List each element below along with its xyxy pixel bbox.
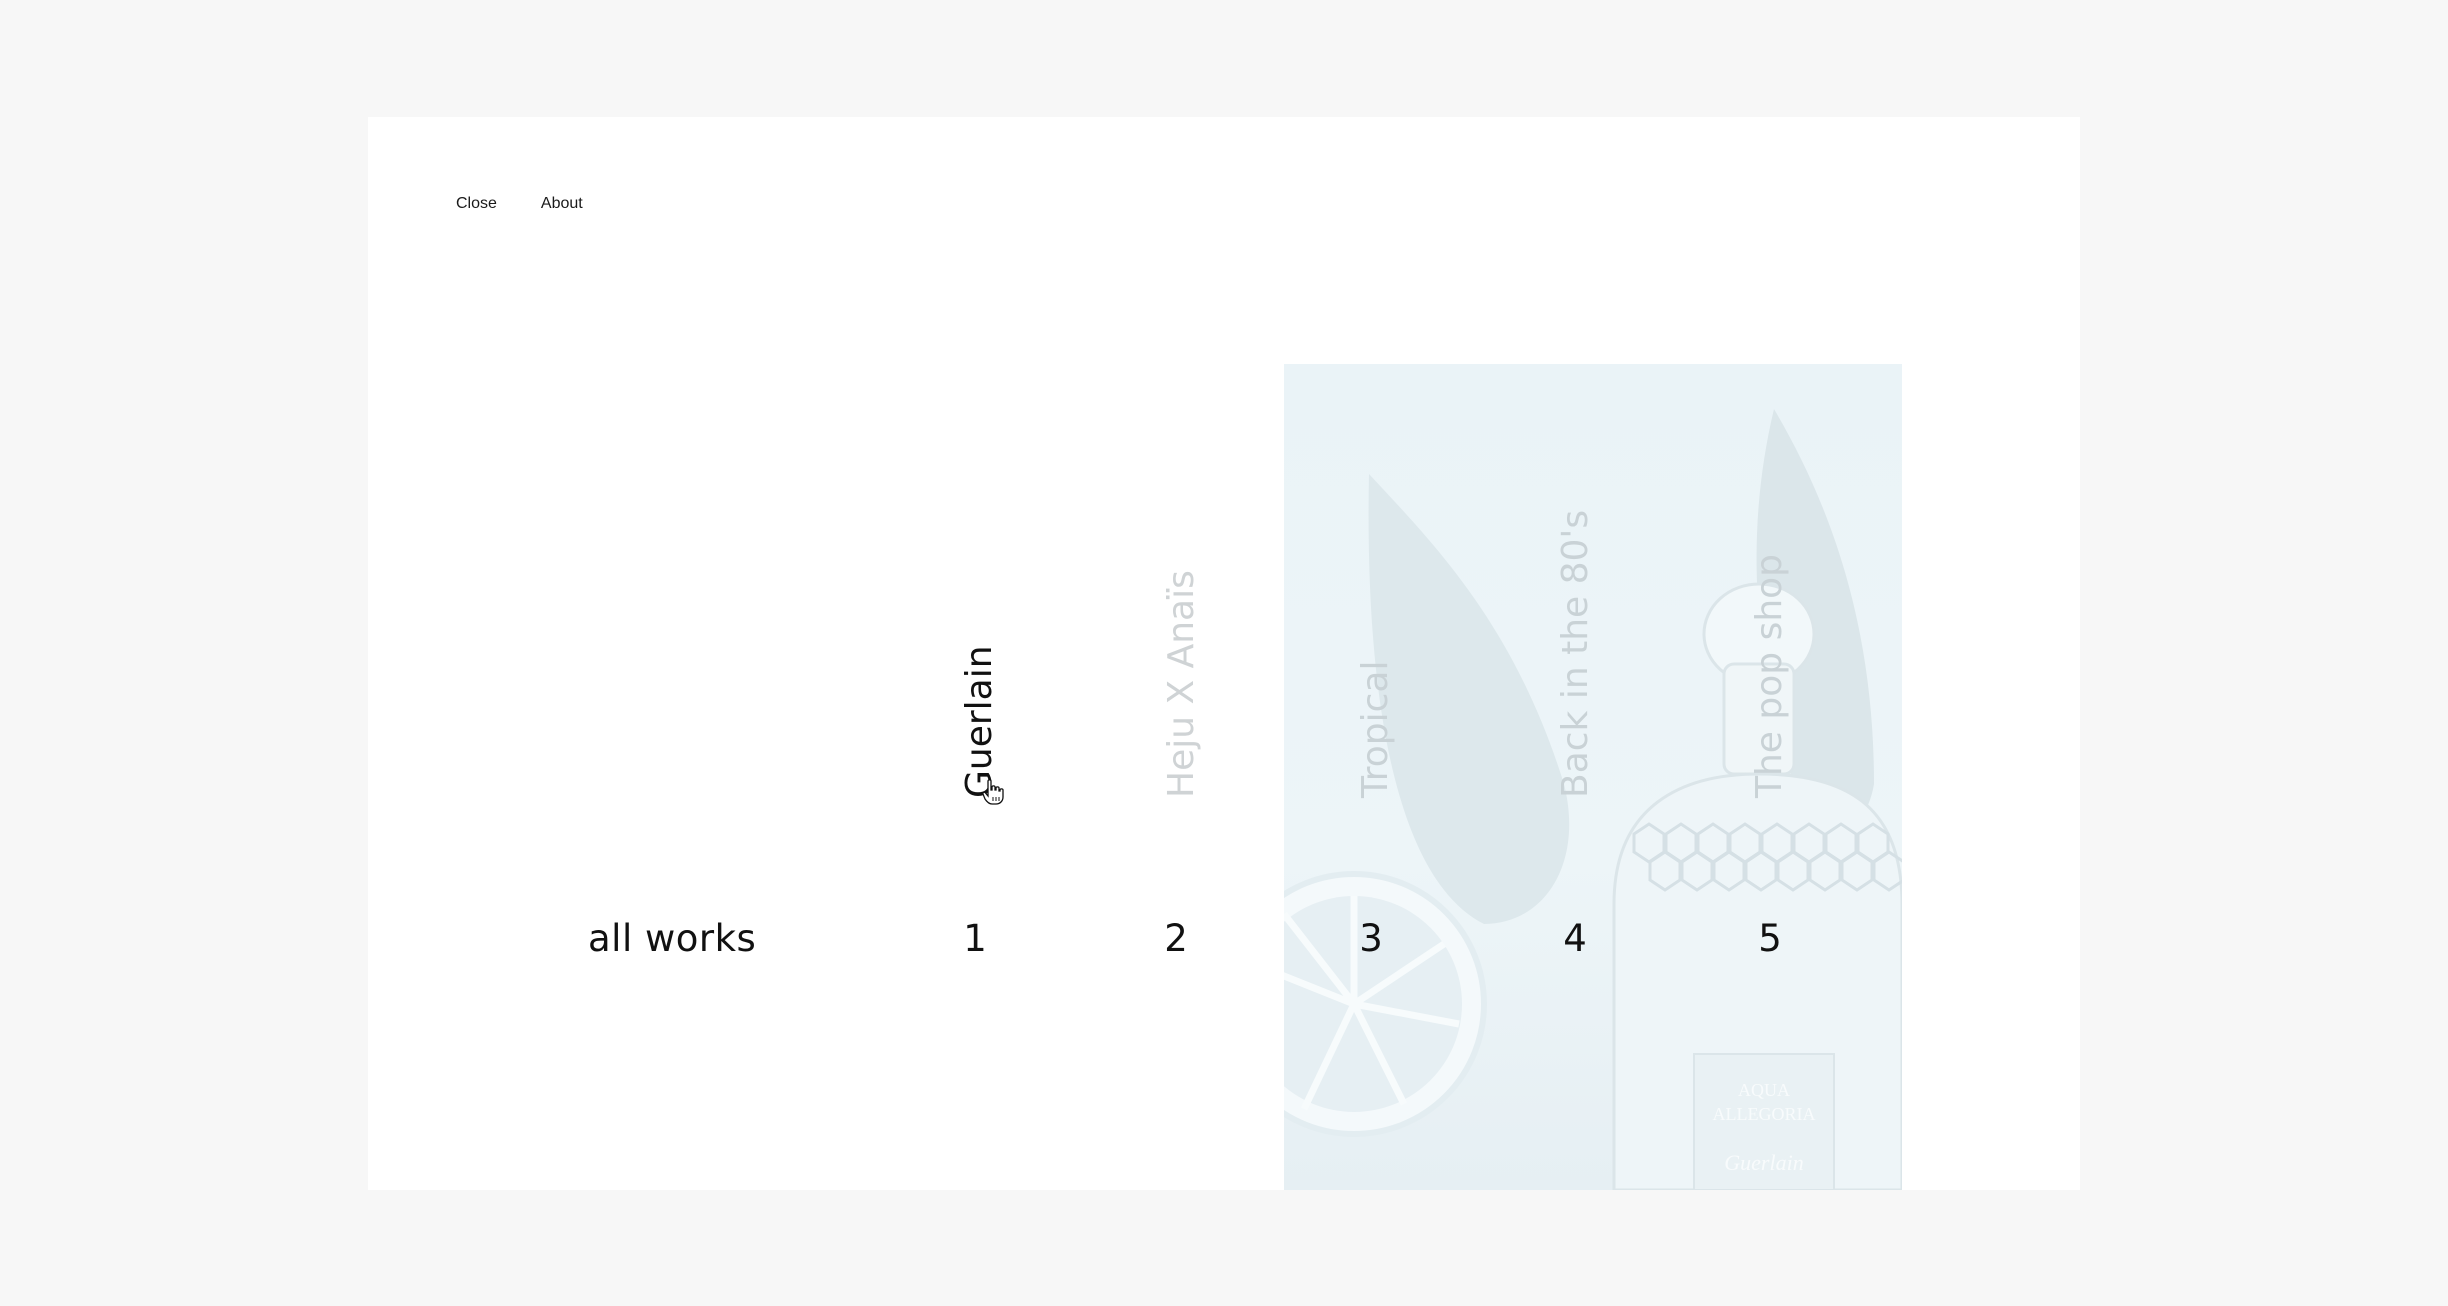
bottle-label-allegoria: ALLEGORIA — [1713, 1104, 1816, 1124]
work-title-5[interactable]: The pop shop — [1749, 554, 1790, 798]
work-number-4[interactable]: 4 — [1545, 917, 1605, 960]
work-title-1[interactable]: Guerlain — [959, 645, 1000, 798]
work-title-2[interactable]: Heju X Anaïs — [1161, 570, 1202, 798]
close-link[interactable]: Close — [456, 195, 497, 213]
all-works-link[interactable]: all works — [588, 917, 756, 960]
work-number-2[interactable]: 2 — [1146, 917, 1206, 960]
work-title-3[interactable]: Tropical — [1355, 661, 1396, 798]
work-number-3[interactable]: 3 — [1341, 917, 1401, 960]
hand-cursor-icon — [982, 779, 1004, 805]
content-frame: Close About AQUA ALLEGORIA Guerlain Guer… — [368, 117, 2080, 1190]
work-title-4[interactable]: Back in the 80's — [1555, 510, 1596, 798]
about-link[interactable]: About — [541, 195, 583, 213]
bottle-label-aqua: AQUA — [1738, 1080, 1790, 1100]
work-number-1[interactable]: 1 — [945, 917, 1005, 960]
bottle-brand: Guerlain — [1724, 1150, 1803, 1175]
top-nav: Close About — [456, 195, 583, 213]
work-number-5[interactable]: 5 — [1740, 917, 1800, 960]
